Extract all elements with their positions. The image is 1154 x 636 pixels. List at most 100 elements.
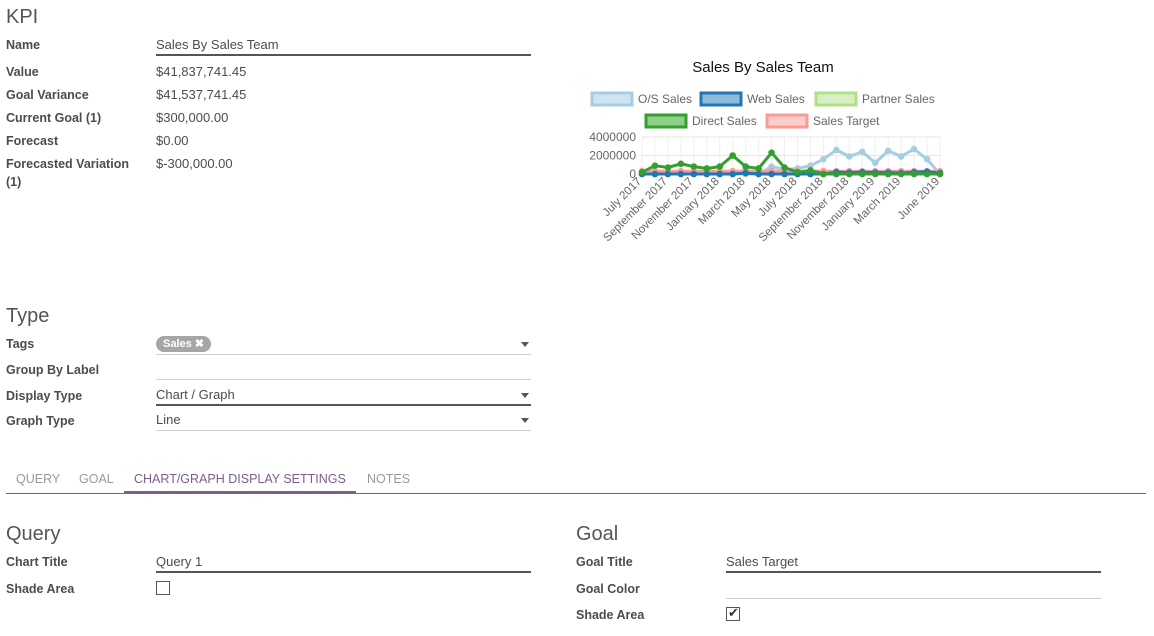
- forecasted-variation-label: Forecasted Variation (1): [6, 157, 129, 189]
- chart-title-input[interactable]: Query 1: [156, 551, 531, 573]
- series-3-point-8: [742, 163, 749, 170]
- checkmark-icon: ✔: [728, 605, 739, 620]
- tag-remove-icon[interactable]: ✖: [195, 338, 204, 350]
- legend-swatch-3: [644, 113, 688, 129]
- legend-label-0: O/S Sales: [638, 92, 692, 106]
- tab-query[interactable]: QUERY: [6, 466, 70, 494]
- series-3-point-17: [858, 170, 866, 178]
- tab-notes[interactable]: NOTES: [357, 466, 420, 494]
- tag-sales-label: Sales: [163, 338, 192, 350]
- series-3-point-15: [833, 170, 840, 178]
- kpi-section-title: KPI: [6, 6, 39, 28]
- legend-label-3: Direct Sales: [692, 114, 757, 128]
- group-by-label: Group By Label: [6, 363, 100, 377]
- series-3-point-0: [638, 168, 646, 176]
- series-0-point-17: [858, 148, 866, 156]
- series-3-point-12: [794, 168, 801, 176]
- series-0-point-18: [871, 159, 879, 167]
- legend-swatch-4: [765, 113, 809, 129]
- tags-label: Tags: [6, 337, 35, 351]
- series-3-point-22: [923, 170, 931, 178]
- goal-color-label: Goal Color: [576, 582, 640, 596]
- series-3-point-3: [677, 160, 685, 168]
- series-0-point-19: [884, 147, 892, 155]
- legend-label-2: Partner Sales: [862, 92, 935, 106]
- series-3-point-7: [729, 152, 736, 159]
- forecast-amount: $0.00: [156, 133, 189, 148]
- goal-variance-amount: $41,537,741.45: [156, 87, 247, 102]
- display-type-value: Chart / Graph: [156, 387, 235, 402]
- series-3-point-4: [690, 163, 698, 170]
- series-3-point-5: [703, 165, 711, 172]
- series-3-point-14: [820, 170, 827, 178]
- series-0-point-15: [833, 146, 840, 154]
- name-input[interactable]: Sales By Sales Team: [156, 34, 531, 56]
- current-goal-label: Current Goal (1): [6, 111, 102, 125]
- series-0-point-20: [897, 153, 905, 160]
- chart-plot-area: 400000020000000July 2017September 2017No…: [589, 130, 944, 244]
- series-1-point-7: [729, 170, 736, 178]
- tab-goal[interactable]: GOAL: [69, 466, 124, 494]
- legend-swatch-0: [590, 91, 634, 107]
- legend-label-1: Web Sales: [747, 92, 805, 106]
- chart-title: Sales By Sales Team: [692, 59, 833, 76]
- series-1-point-5: [703, 170, 711, 178]
- display-type-dropdown-icon[interactable]: [521, 393, 529, 398]
- goal-section-title: Goal: [576, 523, 619, 545]
- series-1-point-2: [664, 170, 672, 178]
- legend-swatch-1: [699, 91, 743, 107]
- type-section-title: Type: [6, 305, 50, 327]
- current-goal-amount: $300,000.00: [156, 110, 229, 125]
- value-amount: $41,837,741.45: [156, 64, 247, 79]
- series-3-point-13: [807, 167, 814, 174]
- series-3-point-2: [664, 164, 672, 171]
- settings-tabs: QUERY GOAL CHART/GRAPH DISPLAY SETTINGS …: [6, 466, 1146, 494]
- goal-shade-area-checkbox[interactable]: ✔: [726, 605, 740, 621]
- y-tick-label-0: 4000000: [589, 130, 636, 144]
- display-type-select[interactable]: Chart / Graph: [156, 384, 531, 406]
- goal-title-input[interactable]: Sales Target: [726, 551, 1101, 573]
- tags-input[interactable]: Sales ✖: [156, 333, 531, 355]
- series-1-point-10: [768, 170, 775, 178]
- sales-line-chart: Sales By Sales Team O/S Sales Web Sales Pa…: [589, 59, 944, 244]
- goal-shade-area-label: Shade Area: [576, 608, 645, 622]
- series-3-point-19: [884, 170, 892, 178]
- goal-color-input[interactable]: [726, 577, 1101, 599]
- legend-swatch-2: [814, 91, 858, 107]
- series-1-point-11: [781, 170, 788, 178]
- query-section-title: Query: [6, 523, 61, 545]
- query-shade-area-label: Shade Area: [6, 582, 75, 596]
- series-1-point-1: [651, 170, 659, 178]
- graph-type-label: Graph Type: [6, 414, 75, 428]
- y-tick-label-1: 2000000: [589, 149, 636, 163]
- series-0-point-22: [923, 155, 931, 163]
- tab-chart-graph-display-settings[interactable]: CHART/GRAPH DISPLAY SETTINGS: [124, 466, 356, 494]
- series-3-point-1: [651, 162, 659, 169]
- tags-dropdown-icon[interactable]: [521, 342, 529, 347]
- series-3-point-9: [755, 165, 762, 172]
- group-by-input[interactable]: [156, 358, 531, 380]
- forecast-label: Forecast: [6, 134, 59, 148]
- series-0-point-14: [820, 155, 827, 163]
- series-1-point-9: [755, 170, 762, 178]
- graph-type-select[interactable]: Line: [156, 409, 531, 431]
- series-3-point-23: [936, 170, 944, 178]
- series-3-point-10: [768, 149, 775, 157]
- graph-type-dropdown-icon[interactable]: [521, 418, 529, 423]
- series-1-point-3: [677, 170, 685, 178]
- x-tick-label-11: June 2019: [896, 176, 942, 222]
- display-type-label: Display Type: [6, 389, 83, 403]
- series-1-point-4: [690, 170, 698, 178]
- series-0-point-21: [910, 145, 918, 153]
- value-label: Value: [6, 65, 39, 79]
- goal-variance-label: Goal Variance: [6, 88, 89, 102]
- series-1-point-6: [716, 170, 724, 178]
- goal-title-label: Goal Title: [576, 555, 633, 569]
- series-3-point-20: [897, 170, 905, 178]
- series-3-point-16: [846, 170, 853, 178]
- name-label: Name: [6, 38, 41, 52]
- legend-label-4: Sales Target: [813, 114, 880, 128]
- series-3-point-6: [716, 163, 724, 170]
- query-shade-area-checkbox[interactable]: [156, 581, 170, 595]
- series-3-point-21: [910, 170, 918, 178]
